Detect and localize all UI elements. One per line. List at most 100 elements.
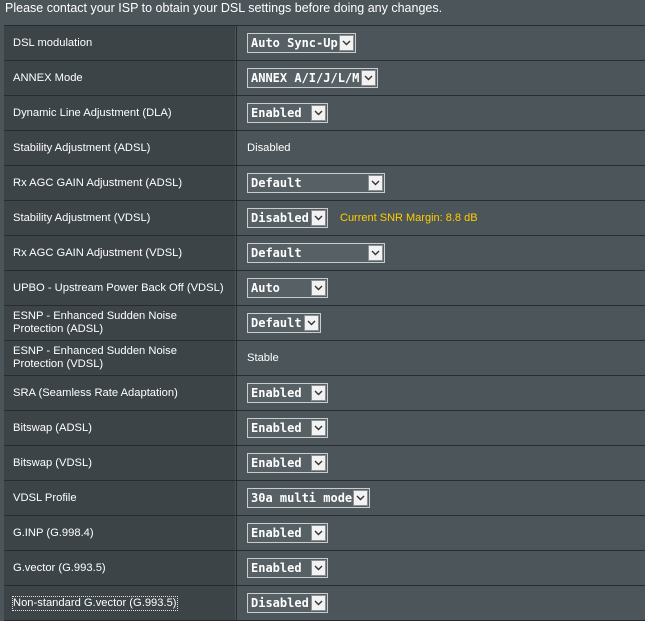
bitswap-vdsl-label: Bitswap (VDSL)	[13, 456, 92, 469]
chevron-down-icon	[368, 175, 383, 191]
chevron-down-icon	[311, 560, 326, 576]
stability-adsl-label: Stability Adjustment (ADSL)	[13, 141, 151, 154]
label-cell: G.INP (G.998.4)	[4, 516, 235, 550]
chevron-down-icon	[311, 280, 326, 296]
bitswap-adsl-select[interactable]: Enabled	[247, 418, 328, 438]
rx-agc-vdsl-select[interactable]: Default	[247, 243, 385, 263]
row-dsl-modulation: DSL modulation Auto Sync-Up	[4, 26, 645, 61]
vdsl-profile-select[interactable]: 30a multi mode	[247, 488, 370, 508]
annex-mode-label: ANNEX Mode	[13, 71, 83, 84]
row-esnp-adsl: ESNP - Enhanced Sudden Noise Protection …	[4, 306, 645, 341]
label-cell: Bitswap (ADSL)	[4, 411, 235, 445]
sra-select[interactable]: Enabled	[247, 383, 328, 403]
esnp-adsl-select[interactable]: Default	[247, 313, 321, 333]
bitswap-vdsl-value: Enabled	[251, 456, 302, 470]
value-cell: ANNEX A/I/J/L/M	[236, 61, 645, 95]
label-cell: SRA (Seamless Rate Adaptation)	[4, 376, 235, 410]
chevron-down-icon	[361, 70, 376, 86]
dsl-settings-table: DSL modulation Auto Sync-Up ANNEX Mode A…	[4, 25, 645, 621]
label-cell: VDSL Profile	[4, 481, 235, 515]
label-cell: Rx AGC GAIN Adjustment (VDSL)	[4, 236, 235, 270]
dsl-modulation-label: DSL modulation	[13, 36, 93, 49]
dla-select[interactable]: Enabled	[247, 103, 328, 123]
chevron-down-icon	[368, 245, 383, 261]
value-cell: Default	[236, 236, 645, 270]
value-cell: Enabled	[236, 411, 645, 445]
chevron-down-icon	[311, 385, 326, 401]
label-cell: ESNP - Enhanced Sudden Noise Protection …	[4, 306, 235, 340]
value-cell: Enabled	[236, 551, 645, 585]
dla-value: Enabled	[251, 106, 302, 120]
ginp-select[interactable]: Enabled	[247, 523, 328, 543]
label-cell: ANNEX Mode	[4, 61, 235, 95]
label-cell: Non-standard G.vector (G.993.5)	[4, 586, 235, 620]
isp-notice: Please contact your ISP to obtain your D…	[0, 0, 645, 22]
stability-vdsl-value: Disabled	[251, 211, 309, 225]
chevron-down-icon	[304, 315, 319, 331]
stability-vdsl-select[interactable]: Disabled	[247, 208, 328, 228]
label-cell: ESNP - Enhanced Sudden Noise Protection …	[4, 341, 235, 375]
value-cell: 30a multi mode	[236, 481, 645, 515]
label-cell: Dynamic Line Adjustment (DLA)	[4, 96, 235, 130]
dsl-modulation-select[interactable]: Auto Sync-Up	[247, 33, 356, 53]
rx-agc-vdsl-label: Rx AGC GAIN Adjustment (VDSL)	[13, 246, 183, 259]
stability-adsl-value: Disabled	[247, 142, 291, 154]
label-cell: G.vector (G.993.5)	[4, 551, 235, 585]
value-cell: Auto	[236, 271, 645, 305]
row-annex-mode: ANNEX Mode ANNEX A/I/J/L/M	[4, 61, 645, 96]
esnp-adsl-label: ESNP - Enhanced Sudden Noise Protection …	[13, 310, 177, 335]
row-bitswap-vdsl: Bitswap (VDSL) Enabled	[4, 446, 645, 481]
row-vdsl-profile: VDSL Profile 30a multi mode	[4, 481, 645, 516]
upbo-select[interactable]: Auto	[247, 278, 328, 298]
label-cell: DSL modulation	[4, 26, 235, 60]
esnp-vdsl-value: Stable	[247, 352, 279, 364]
rx-agc-adsl-select[interactable]: Default	[247, 173, 385, 193]
vdsl-profile-value: 30a multi mode	[251, 491, 353, 505]
vdsl-profile-label: VDSL Profile	[13, 491, 77, 504]
ginp-label: G.INP (G.998.4)	[13, 526, 94, 539]
dla-label: Dynamic Line Adjustment (DLA)	[13, 106, 172, 119]
bitswap-adsl-label: Bitswap (ADSL)	[13, 421, 92, 434]
row-upbo: UPBO - Upstream Power Back Off (VDSL) Au…	[4, 271, 645, 306]
ginp-value: Enabled	[251, 526, 302, 540]
value-cell: Enabled	[236, 376, 645, 410]
chevron-down-icon	[311, 210, 326, 226]
row-bitswap-adsl: Bitswap (ADSL) Enabled	[4, 411, 645, 446]
row-gvector: G.vector (G.993.5) Enabled	[4, 551, 645, 586]
esnp-adsl-value: Default	[251, 316, 302, 330]
row-stability-vdsl: Stability Adjustment (VDSL) Disabled Cur…	[4, 201, 645, 236]
gvector-label: G.vector (G.993.5)	[13, 561, 106, 574]
value-cell: Stable	[236, 341, 645, 375]
snr-margin-text: Current SNR Margin: 8.8 dB	[340, 212, 478, 224]
chevron-down-icon	[311, 455, 326, 471]
sra-label: SRA (Seamless Rate Adaptation)	[13, 386, 178, 399]
esnp-vdsl-label: ESNP - Enhanced Sudden Noise Protection …	[13, 345, 177, 370]
label-cell: Bitswap (VDSL)	[4, 446, 235, 480]
chevron-down-icon	[311, 420, 326, 436]
rx-agc-adsl-label: Rx AGC GAIN Adjustment (ADSL)	[13, 176, 183, 189]
upbo-value: Auto	[251, 281, 280, 295]
sra-value: Enabled	[251, 386, 302, 400]
nonstandard-gvector-label: Non-standard G.vector (G.993.5)	[12, 595, 178, 611]
chevron-down-icon	[311, 105, 326, 121]
label-cell: Stability Adjustment (ADSL)	[4, 131, 235, 165]
row-dla: Dynamic Line Adjustment (DLA) Enabled	[4, 96, 645, 131]
value-cell: Disabled Current SNR Margin: 8.8 dB	[236, 201, 645, 235]
value-cell: Default	[236, 166, 645, 200]
row-nonstandard-gvector: Non-standard G.vector (G.993.5) Disabled	[4, 586, 645, 621]
value-cell: Default	[236, 306, 645, 340]
rx-agc-adsl-value: Default	[251, 176, 302, 190]
label-cell: Stability Adjustment (VDSL)	[4, 201, 235, 235]
nonstandard-gvector-select[interactable]: Disabled	[247, 593, 328, 613]
value-cell: Auto Sync-Up	[236, 26, 645, 60]
gvector-value: Enabled	[251, 561, 302, 575]
stability-vdsl-label: Stability Adjustment (VDSL)	[13, 211, 151, 224]
annex-mode-value: ANNEX A/I/J/L/M	[251, 71, 360, 85]
bitswap-vdsl-select[interactable]: Enabled	[247, 453, 328, 473]
gvector-select[interactable]: Enabled	[247, 558, 328, 578]
label-cell: Rx AGC GAIN Adjustment (ADSL)	[4, 166, 235, 200]
value-cell: Disabled	[236, 586, 645, 620]
row-esnp-vdsl: ESNP - Enhanced Sudden Noise Protection …	[4, 341, 645, 376]
annex-mode-select[interactable]: ANNEX A/I/J/L/M	[247, 68, 378, 88]
label-cell: UPBO - Upstream Power Back Off (VDSL)	[4, 271, 235, 305]
